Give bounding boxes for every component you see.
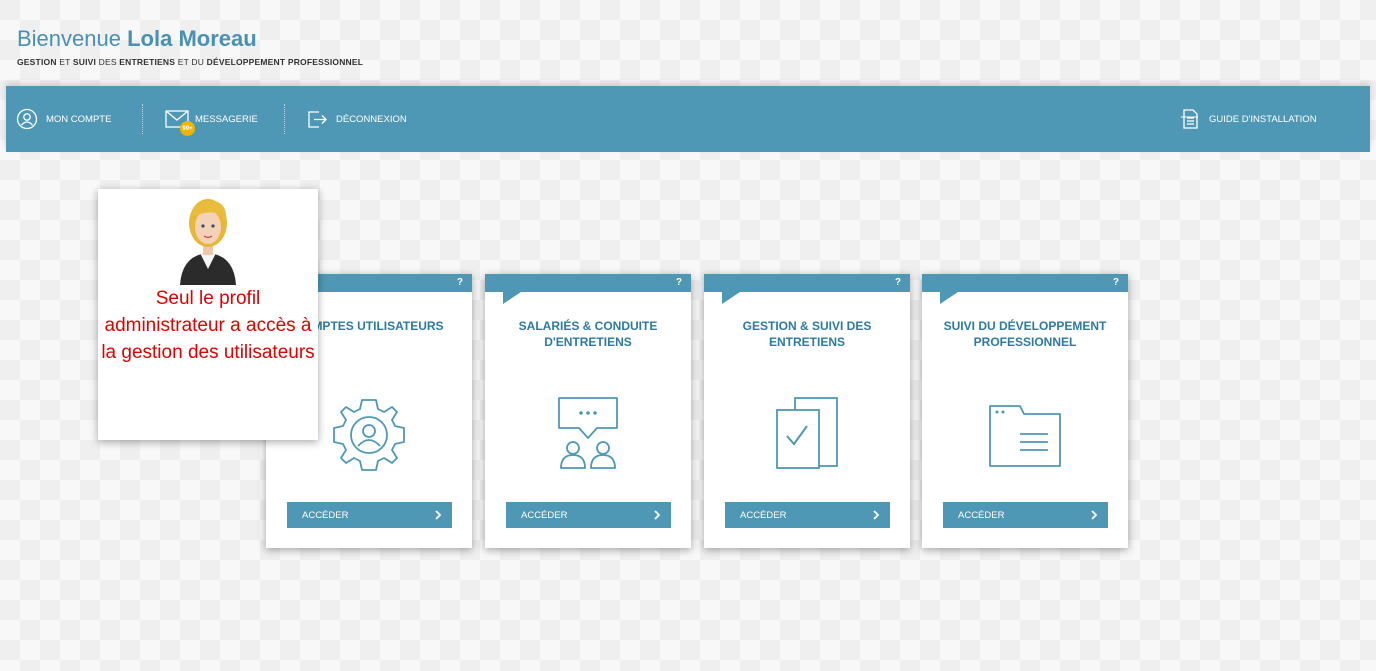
nav-messaging[interactable]: 99+ MESSAGERIE: [165, 86, 258, 152]
card-header-bar: [704, 274, 910, 292]
card-header-bar: [485, 274, 691, 292]
access-button-label: ACCÉDER: [521, 509, 568, 521]
access-button-label: ACCÉDER: [958, 509, 1005, 521]
header: Bienvenue Lola Moreau GESTION ET SUIVI D…: [0, 0, 1376, 86]
subtitle-part: SUIVI: [72, 57, 97, 67]
chevron-right-icon: [1091, 510, 1098, 520]
nav-divider: [142, 104, 143, 134]
nav-logout[interactable]: DÉCONNEXION: [306, 86, 407, 152]
subtitle-part: DÉVELOPPEMENT PROFESSIONNEL: [206, 57, 364, 67]
help-icon[interactable]: ?: [457, 277, 463, 288]
nav-install-guide[interactable]: GUIDE D'INSTALLATION: [1179, 86, 1317, 152]
folder-icon: [989, 405, 1061, 467]
card-title: SALARIÉS & CONDUITE D'ENTRETIENS: [518, 319, 658, 349]
chevron-right-icon: [654, 510, 661, 520]
card-header-bar: [922, 274, 1128, 292]
nav-account[interactable]: MON COMPTE: [16, 86, 111, 152]
subtitle-part: ET: [56, 57, 73, 67]
card-header-tail: [940, 292, 958, 304]
nav-install-guide-label: GUIDE D'INSTALLATION: [1209, 113, 1317, 125]
help-icon[interactable]: ?: [1113, 277, 1119, 288]
card-header-tail: [722, 292, 740, 304]
welcome-prefix: Bienvenue: [17, 26, 121, 51]
user-name: Lola Moreau: [127, 26, 257, 51]
card-professional-development: ? SUIVI DU DÉVELOPPEMENT PROFESSIONNEL A…: [922, 274, 1128, 548]
card-title: GESTION & SUIVI DES ENTRETIENS: [742, 319, 872, 349]
nav-logout-label: DÉCONNEXION: [336, 113, 407, 125]
subtitle-part: ENTRETIENS: [119, 57, 176, 67]
help-icon[interactable]: ?: [676, 277, 682, 288]
chevron-right-icon: [873, 510, 880, 520]
nav-divider: [284, 104, 285, 134]
app-subtitle: GESTION ET SUIVI DES ENTRETIENS ET DU DÉ…: [17, 57, 363, 67]
card-header-tail: [503, 292, 521, 304]
admin-info-text: Seul le profil administrateur a accès à …: [101, 288, 315, 363]
logout-icon: [308, 111, 327, 128]
assistant-avatar: [180, 199, 236, 285]
message-count-badge: 99+: [180, 121, 195, 136]
subtitle-part: DES: [96, 57, 120, 67]
admin-info-callout: Seul le profil administrateur a accès à …: [98, 189, 318, 440]
gear-user-icon: [333, 399, 405, 471]
document-check-icon: [776, 397, 838, 469]
conversation-icon: [558, 397, 618, 469]
nav-messaging-label: MESSAGERIE: [195, 113, 258, 125]
access-button[interactable]: ACCÉDER: [943, 502, 1108, 528]
document-icon: [1181, 109, 1198, 129]
welcome-title: Bienvenue Lola Moreau: [17, 26, 257, 52]
top-navbar: MON COMPTE 99+ MESSAGERIE DÉCONNEXION GU…: [6, 86, 1370, 152]
card-interview-management: ? GESTION & SUIVI DES ENTRETIENS ACCÉDER: [704, 274, 910, 548]
access-button-label: ACCÉDER: [302, 509, 349, 521]
subtitle-part: ET DU: [175, 57, 207, 67]
access-button-label: ACCÉDER: [740, 509, 787, 521]
envelope-icon-wrap: 99+: [165, 108, 195, 136]
card-title: SUIVI DU DÉVELOPPEMENT PROFESSIONNEL: [943, 319, 1107, 349]
nav-account-label: MON COMPTE: [46, 113, 112, 125]
chevron-right-icon: [435, 510, 442, 520]
account-icon: [16, 108, 38, 130]
card-employees-interviews: ? SALARIÉS & CONDUITE D'ENTRETIENS ACCÉD…: [485, 274, 691, 548]
access-button[interactable]: ACCÉDER: [725, 502, 890, 528]
subtitle-part: GESTION: [17, 57, 57, 67]
access-button[interactable]: ACCÉDER: [287, 502, 452, 528]
help-icon[interactable]: ?: [895, 277, 901, 288]
access-button[interactable]: ACCÉDER: [506, 502, 671, 528]
